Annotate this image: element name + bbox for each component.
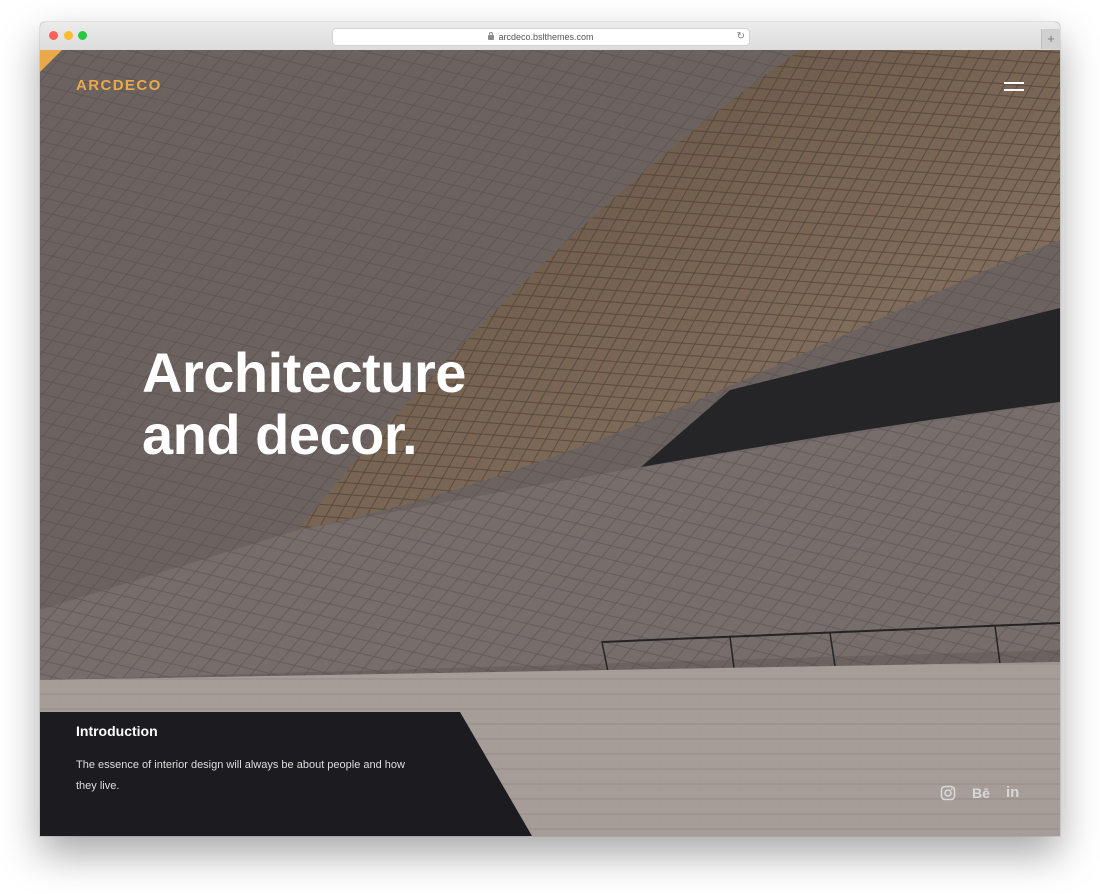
lock-icon	[488, 32, 495, 40]
intro-text: The essence of interior design will alwa…	[76, 759, 405, 792]
corner-accent	[40, 50, 62, 72]
url-text: arcdeco.bslthemes.com	[498, 32, 594, 42]
browser-window: arcdeco.bslthemes.com ↻ + ARCDECO Archit…	[40, 22, 1060, 836]
zoom-window-button[interactable]	[78, 31, 87, 40]
hamburger-menu-icon[interactable]	[1004, 80, 1024, 94]
behance-icon[interactable]: Bē	[972, 783, 992, 803]
minimize-window-button[interactable]	[64, 31, 73, 40]
hero-headline: Architecture and decor.	[142, 341, 466, 466]
close-window-button[interactable]	[49, 31, 58, 40]
intro-title: Introduction	[76, 723, 158, 739]
instagram-icon[interactable]	[940, 783, 960, 803]
reload-icon[interactable]: ↻	[737, 29, 745, 45]
menu-line	[1004, 89, 1024, 91]
browser-toolbar: arcdeco.bslthemes.com ↻ +	[40, 22, 1060, 51]
new-tab-button[interactable]: +	[1041, 29, 1060, 49]
hero-section: ARCDECO Architecture and decor. Introduc…	[40, 50, 1060, 836]
linkedin-icon[interactable]: in	[1006, 783, 1026, 803]
menu-line	[1004, 82, 1024, 84]
address-bar[interactable]: arcdeco.bslthemes.com ↻	[332, 28, 750, 46]
site-logo[interactable]: ARCDECO	[76, 77, 162, 94]
